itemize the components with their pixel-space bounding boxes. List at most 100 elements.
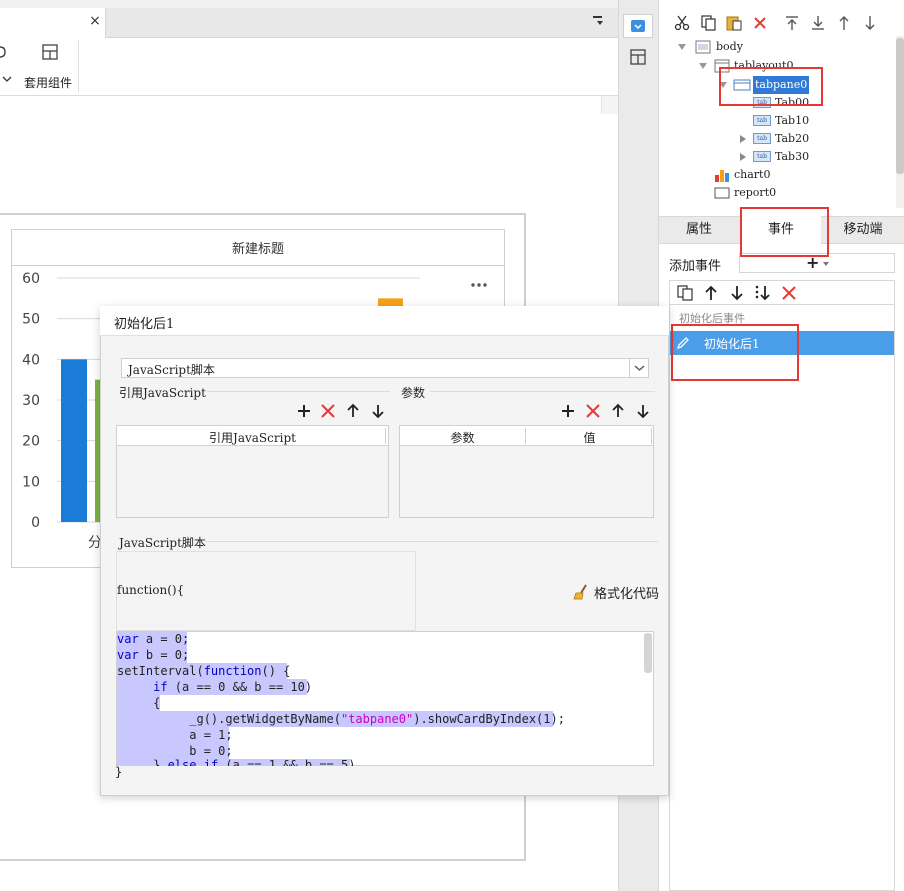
tree-item-tab30[interactable]: tab Tab30 (669, 148, 889, 166)
tree-item-tab10[interactable]: tab Tab10 (669, 112, 889, 130)
expand-arrow-icon (678, 44, 686, 50)
add-icon[interactable] (296, 403, 312, 419)
event-item-label: 初始化后1 (704, 337, 760, 351)
canvas-scrollbar[interactable] (601, 96, 618, 114)
y-tick-label: 40 (22, 352, 40, 368)
chevron-down-icon (823, 262, 829, 266)
tree-label: Tab20 (775, 132, 810, 145)
move-up-icon[interactable] (345, 403, 361, 419)
move-up-icon[interactable] (835, 14, 853, 32)
event-toolbar (669, 280, 895, 304)
tree-item-body[interactable]: body (669, 38, 889, 56)
delete-icon[interactable] (751, 14, 769, 32)
ribbon-separator (78, 40, 79, 92)
layout-panel-icon[interactable] (629, 48, 647, 66)
script-type-value: JavaScript脚本 (128, 363, 215, 377)
tree-item-chart0[interactable]: chart0 (669, 166, 889, 184)
code-scrollbar-thumb[interactable] (644, 633, 652, 673)
add-event-dropdown[interactable]: + (739, 253, 895, 273)
copy-icon[interactable] (676, 284, 694, 302)
code-line: a = 1; (117, 728, 233, 742)
tab-badge-icon: tab (753, 133, 771, 144)
tab-mobile[interactable]: 移动端 (823, 216, 903, 244)
tree-label: report0 (734, 186, 777, 199)
tree-item-tab20[interactable]: tab Tab20 (669, 130, 889, 148)
chart-icon (715, 170, 729, 182)
column-separator (385, 428, 386, 444)
tree-item-tab00[interactable]: tab Tab00 (669, 94, 889, 112)
move-down-icon[interactable] (861, 14, 879, 32)
function-header: function(){ (117, 583, 185, 597)
chevron-down-icon[interactable] (629, 359, 648, 377)
delete-icon[interactable] (320, 403, 336, 419)
tree-item-report0[interactable]: report0 (669, 184, 889, 202)
move-down-icon[interactable] (370, 403, 386, 419)
close-tab-icon[interactable]: × (88, 14, 102, 28)
chevron-down-icon[interactable] (2, 74, 12, 84)
code-line: } else if (a == 1 && b == 5) (117, 758, 356, 766)
cut-icon[interactable] (673, 14, 691, 32)
section-divider (430, 391, 655, 392)
tab-badge-icon: tab (753, 151, 771, 162)
tree-label: tabpane0 (753, 76, 810, 94)
y-tick-label: 10 (22, 474, 40, 490)
dialog-title: 初始化后1 (114, 317, 175, 332)
y-tick-label: 50 (22, 312, 40, 328)
add-icon[interactable] (560, 403, 576, 419)
broom-icon[interactable] (573, 584, 591, 600)
tree-label: body (716, 40, 743, 53)
tree-scrollbar-thumb[interactable] (896, 38, 904, 174)
code-line: setInterval(function() { (117, 664, 291, 678)
ref-js-column-header[interactable]: 引用JavaScript (117, 429, 388, 446)
expand-arrow-icon (719, 82, 727, 88)
expand-arrow-icon (699, 63, 707, 69)
ribbon-partial-icon[interactable] (0, 44, 8, 60)
function-footer: } (115, 765, 123, 779)
collapsed-arrow-icon (740, 135, 746, 143)
code-line: var a = 0; (117, 632, 190, 646)
dialog-title-bar[interactable] (100, 306, 669, 336)
move-up-icon[interactable] (702, 284, 720, 302)
tree-label: Tab10 (775, 114, 810, 127)
y-tick-label: 60 (22, 271, 40, 287)
delete-icon[interactable] (585, 403, 601, 419)
move-down-icon[interactable] (728, 284, 746, 302)
section-divider (207, 391, 390, 392)
apply-component-button[interactable]: 套用组件 (24, 74, 72, 91)
code-line: var b = 0; (117, 648, 190, 662)
apply-component-icon[interactable] (41, 43, 59, 61)
delete-icon[interactable] (780, 284, 798, 302)
move-bottom-icon[interactable] (754, 284, 772, 302)
code-line: _g().getWidgetByName("tabpane0").showCar… (117, 712, 565, 726)
component-tree: body tablayout0 tabpane0 tab Tab00 tab T… (669, 36, 895, 208)
param-value-column-header[interactable]: 值 (526, 429, 653, 446)
event-group-label: 初始化后事件 (679, 312, 745, 325)
move-bottom-icon[interactable] (809, 14, 827, 32)
tab-events[interactable]: 事件 (741, 216, 821, 244)
tree-label: Tab00 (775, 96, 810, 109)
ribbon-toolbar (0, 38, 618, 96)
collapse-panel-button[interactable] (623, 14, 653, 38)
collapsed-arrow-icon (740, 153, 746, 161)
code-line: if (a == 0 && b == 10) (153, 680, 313, 694)
tab-list-menu-icon[interactable] (592, 14, 608, 28)
format-code-button[interactable]: 格式化代码 (594, 583, 659, 602)
tree-toolbar (668, 12, 898, 34)
bar[interactable] (61, 359, 87, 522)
y-tick-label: 0 (31, 515, 40, 531)
tab-attributes[interactable]: 属性 (659, 216, 739, 244)
tree-item-tabpane0[interactable]: tabpane0 (669, 76, 889, 94)
tabpane-icon (733, 79, 751, 91)
ref-js-section-label: 引用JavaScript (119, 386, 206, 400)
move-top-icon[interactable] (783, 14, 801, 32)
move-down-icon[interactable] (635, 403, 651, 419)
script-section-label: JavaScript脚本 (119, 536, 206, 550)
section-divider (206, 541, 658, 542)
paste-icon[interactable] (725, 14, 743, 32)
tree-item-tablayout0[interactable]: tablayout0 (669, 57, 889, 75)
param-name-column-header[interactable]: 参数 (400, 429, 525, 446)
params-section-label: 参数 (401, 386, 426, 400)
copy-icon[interactable] (699, 14, 717, 32)
move-up-icon[interactable] (610, 403, 626, 419)
edit-icon[interactable] (675, 335, 691, 351)
